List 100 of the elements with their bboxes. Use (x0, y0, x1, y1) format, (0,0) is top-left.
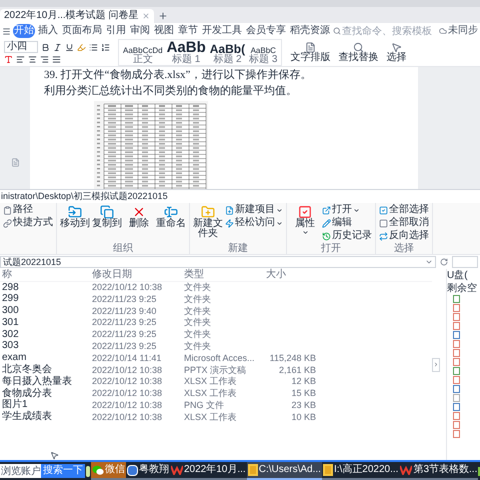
column-heading[interactable]: 大小 (266, 270, 326, 280)
file-icon[interactable] (453, 421, 460, 429)
toolbar-button[interactable]: 选择 (386, 42, 406, 63)
ribbon-button[interactable]: 快捷方式 (3, 218, 53, 228)
file-row[interactable]: exam 2022/10/14 11:41 Microsoft Acces... 115,248 KB (0, 352, 432, 364)
file-icon[interactable] (453, 331, 460, 339)
file-row[interactable]: 每日摄入热量表 2022/10/12 10:38 XLSX 工作表 12 KB (0, 376, 432, 388)
ribbon-button[interactable]: 轻松访问 (225, 218, 283, 228)
file-row[interactable]: 301 2022/11/23 9:25 文件夹 (0, 317, 432, 329)
file-icon[interactable] (453, 349, 460, 357)
ribbon-button[interactable]: 历史记录 (322, 231, 372, 241)
toolbar-button[interactable]: 文字排版 (290, 42, 330, 63)
group-label: 打开 (320, 243, 342, 254)
search-input[interactable]: 浏览账户 (0, 464, 41, 478)
tab-title: 2022年10月...模考试题 问卷星 (4, 11, 138, 21)
justify-icon[interactable] (52, 55, 61, 64)
file-icon[interactable] (453, 376, 460, 384)
refresh-icon[interactable] (440, 258, 448, 266)
font-size-field[interactable]: 小四 (4, 41, 38, 53)
taskbar-button[interactable]: 粤教翔 (126, 462, 170, 480)
document-tab[interactable]: 2022年10月...模考试题 问卷星 (0, 9, 154, 23)
align-center-icon[interactable] (28, 55, 37, 64)
file-row[interactable]: 食物成分表 2022/10/12 10:38 XLSX 工作表 15 KB (0, 388, 432, 400)
file-row[interactable]: 298 2022/10/12 10:38 文件夹 (0, 282, 432, 294)
align-right-icon[interactable] (40, 55, 49, 64)
ribbon-tab[interactable]: 审阅 (129, 24, 151, 38)
numbered-list-icon[interactable] (101, 42, 110, 52)
close-icon[interactable] (142, 12, 150, 20)
file-row[interactable]: 学生成绩表 2022/10/12 10:38 XLSX 工作表 10 KB (0, 411, 432, 423)
taskbar-button[interactable]: 第3节表格数... (399, 462, 478, 480)
ribbon-button[interactable]: 重命名 (156, 205, 186, 229)
document-icon[interactable] (10, 158, 20, 167)
ribbon-tab[interactable]: 引用 (105, 24, 127, 38)
file-icon[interactable] (453, 430, 460, 438)
bold-icon[interactable] (41, 42, 50, 52)
new-tab-icon[interactable] (158, 11, 168, 21)
italic-icon[interactable] (53, 42, 62, 52)
address-bar[interactable]: 试题20221015 (0, 256, 436, 268)
style-preset[interactable]: AaBbC 标题 3 (249, 47, 278, 65)
expand-button[interactable] (432, 358, 440, 372)
ribbon-button[interactable]: 全部取消 (379, 218, 429, 228)
file-row[interactable]: 北京冬奥会 2022/10/12 10:38 PPTX 演示文稿 2,161 KB (0, 364, 432, 376)
file-icon[interactable] (453, 304, 460, 312)
toolbar-button[interactable]: 查找替换 (338, 42, 378, 63)
search-button[interactable]: 搜索一下 (41, 464, 85, 478)
file-row[interactable]: 303 2022/11/23 9:25 文件夹 (0, 340, 432, 352)
ribbon-tab[interactable]: 插入 (37, 24, 59, 38)
file-icon[interactable] (453, 367, 460, 375)
ribbon-button[interactable]: 反向选择 (379, 231, 429, 241)
ribbon-tab[interactable]: 章节 (177, 24, 199, 38)
ribbon-button[interactable]: 新建文件夹 (193, 205, 223, 239)
column-heading[interactable]: 类型 (184, 270, 266, 280)
file-icon[interactable] (453, 322, 460, 330)
column-heading[interactable]: 称 (0, 270, 92, 280)
style-preset[interactable]: AaBbCcDd 正文 (123, 47, 163, 65)
ribbon-button[interactable]: 编辑 (322, 218, 372, 228)
ribbon-tab[interactable]: 稻壳资源 (289, 24, 331, 38)
file-icon[interactable] (453, 394, 460, 402)
bullet-list-icon[interactable] (89, 42, 98, 52)
taskbar-button[interactable]: I:\高正20220... (322, 462, 400, 480)
style-preset[interactable]: AaBb 标题 1 (166, 40, 206, 65)
ribbon-tab[interactable]: 开始 (13, 24, 35, 38)
file-icon[interactable] (453, 403, 460, 411)
font-color-icon[interactable] (4, 55, 13, 64)
file-row[interactable]: 302 2022/11/23 9:25 文件夹 (0, 328, 432, 341)
ribbon-tab[interactable]: 页面布局 (61, 24, 103, 38)
file-icon[interactable] (453, 313, 460, 321)
ribbon-button[interactable]: 属性 (290, 205, 320, 236)
align-left-icon[interactable] (16, 55, 25, 64)
ribbon-button[interactable]: 新建项目 (225, 205, 283, 215)
folder-icon (248, 464, 258, 476)
dropdown-icon[interactable] (425, 258, 433, 266)
file-icon[interactable] (453, 358, 460, 366)
ribbon-tab[interactable]: 视图 (153, 24, 175, 38)
underline-icon[interactable] (65, 42, 74, 52)
menu-icon[interactable] (2, 26, 11, 36)
file-icon[interactable] (453, 385, 460, 393)
ribbon-button[interactable]: 路径 (3, 205, 53, 215)
ribbon-button[interactable]: 复制到 (92, 205, 122, 229)
file-icon[interactable] (453, 412, 460, 420)
ribbon-tab[interactable]: 开发工具 (201, 24, 243, 38)
file-row[interactable]: 299 2022/11/23 9:25 文件夹 (0, 294, 432, 306)
sync-status[interactable]: 未同步 (448, 26, 478, 36)
file-row[interactable]: 300 2022/11/23 9:40 文件夹 (0, 305, 432, 318)
highlighter-icon[interactable] (77, 42, 86, 52)
ribbon-tab[interactable]: 会员专享 (245, 24, 287, 38)
style-preset[interactable]: AaBb( 标题 2 (210, 43, 246, 65)
ribbon-button[interactable]: 删除 (124, 205, 154, 229)
taskbar-button[interactable]: 微信 (91, 462, 126, 480)
file-icon[interactable] (453, 295, 460, 303)
style-label: 标题 3 (249, 55, 278, 65)
modified-date: 2022/11/23 9:40 (92, 306, 158, 316)
search-field[interactable] (452, 256, 478, 268)
column-heading[interactable]: 修改日期 (92, 270, 184, 280)
file-row[interactable]: 图片1 2022/10/12 10:38 PNG 文件 23 KB (0, 399, 432, 412)
ribbon-button[interactable]: 打开 (322, 205, 372, 215)
file-icon[interactable] (453, 340, 460, 348)
ribbon-button[interactable]: 全部选择 (379, 205, 429, 215)
ribbon-button[interactable]: 移动到 (60, 205, 90, 229)
taskbar-button[interactable]: C:\Users\Ad... (246, 462, 322, 480)
